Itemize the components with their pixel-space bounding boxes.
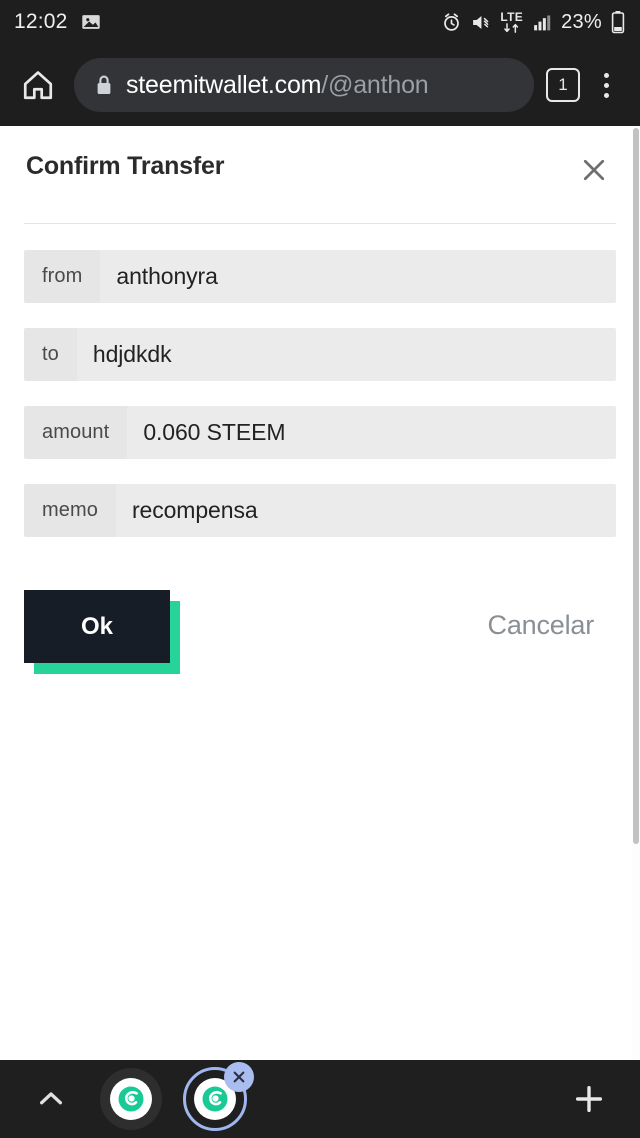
field-label: from (24, 250, 101, 303)
plus-icon[interactable] (562, 1072, 616, 1126)
url-text: steemitwallet.com/@anthon (126, 70, 429, 100)
browser-toolbar: steemitwallet.com/@anthon 1 (0, 44, 640, 126)
url-path: /@anthon (321, 70, 429, 99)
phone-screen: 12:02 LTE 23% steemitwallet.com/@anthon … (0, 0, 640, 1138)
close-icon[interactable] (574, 150, 614, 190)
url-bar[interactable]: steemitwallet.com/@anthon (74, 58, 534, 112)
tab-counter-button[interactable]: 1 (546, 68, 580, 102)
status-bar: 12:02 LTE 23% (0, 0, 640, 44)
bottom-nav-bar (0, 1060, 640, 1138)
field-value: hdjdkdk (76, 328, 616, 381)
dialog-header: Confirm Transfer (0, 126, 640, 190)
field-value: recompensa (115, 484, 616, 537)
page-content: Confirm Transfer from anthonyra to hdjdk… (0, 126, 640, 1060)
alarm-icon (441, 12, 462, 33)
confirm-button-group: Ok (24, 590, 180, 674)
transfer-fields: from anthonyra to hdjdkdk amount 0.060 S… (0, 224, 640, 537)
steemit-app-icon-active[interactable] (183, 1062, 254, 1131)
confirm-button[interactable]: Ok (24, 590, 170, 663)
battery-percent: 23% (561, 10, 602, 33)
field-label: memo (24, 484, 116, 537)
chevron-up-icon[interactable] (24, 1072, 78, 1126)
home-icon[interactable] (14, 61, 62, 109)
mute-icon (470, 12, 492, 33)
field-row-memo: memo recompensa (24, 484, 616, 537)
status-time: 12:02 (14, 10, 68, 33)
dialog-actions: Ok Cancelar (0, 562, 640, 682)
battery-icon (610, 10, 626, 34)
status-bar-right: LTE 23% (441, 10, 626, 34)
field-value: 0.060 STEEM (127, 406, 616, 459)
field-row-amount: amount 0.060 STEEM (24, 406, 616, 459)
app-icon-glyph (110, 1078, 152, 1120)
page-title: Confirm Transfer (26, 152, 225, 180)
steemit-app-icon[interactable] (100, 1068, 162, 1130)
field-label: amount (24, 406, 128, 459)
field-row-from: from anthonyra (24, 250, 616, 303)
field-row-to: to hdjdkdk (24, 328, 616, 381)
status-bar-left: 12:02 (14, 10, 102, 34)
lte-label: LTE (500, 10, 524, 24)
image-icon (80, 11, 102, 33)
page-scrollbar-thumb[interactable] (633, 128, 639, 844)
field-value: anthonyra (100, 250, 616, 303)
lock-icon (94, 74, 114, 96)
field-label: to (24, 328, 77, 381)
close-badge-icon[interactable] (224, 1062, 254, 1092)
url-domain: steemitwallet.com (126, 70, 322, 99)
cancel-button[interactable]: Cancelar (488, 610, 595, 641)
signal-icon (531, 12, 553, 33)
overflow-menu-icon[interactable] (586, 63, 626, 107)
lte-icon: LTE (500, 11, 523, 33)
